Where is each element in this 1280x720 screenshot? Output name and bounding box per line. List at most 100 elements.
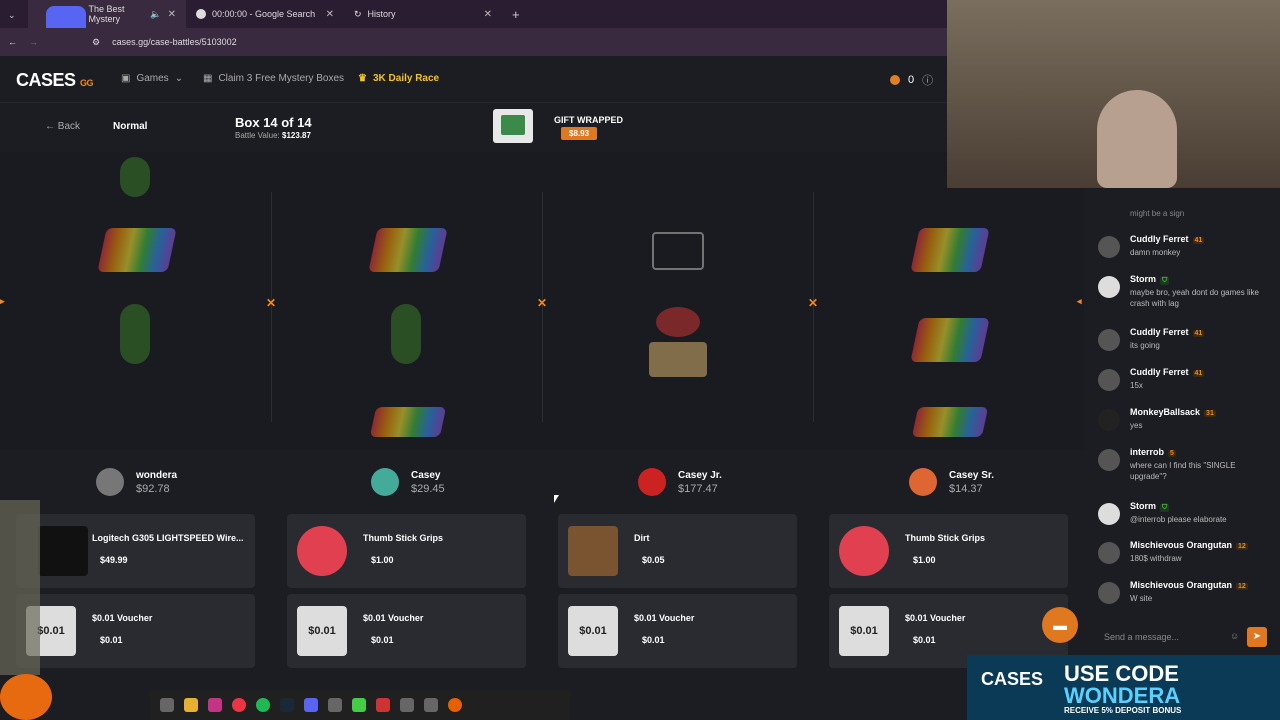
app-icon[interactable]: [376, 698, 390, 712]
player-name: Casey Jr.: [678, 469, 722, 481]
back-button[interactable]: ← Back: [45, 121, 80, 132]
discord-taskbar-icon[interactable]: [304, 698, 318, 712]
spotify-icon[interactable]: [256, 698, 270, 712]
url-field[interactable]: cases.gg/case-battles/5103002: [112, 37, 237, 47]
player-balance: $177.47: [678, 482, 718, 495]
chat-username[interactable]: Storm: [1130, 274, 1156, 284]
app-icon[interactable]: [400, 698, 414, 712]
settings-icon[interactable]: [424, 698, 438, 712]
balance-value: 0: [908, 74, 915, 86]
info-icon[interactable]: ⓘ: [922, 72, 933, 88]
player-card[interactable]: Casey Jr. $177.47: [638, 468, 722, 496]
daily-race-link[interactable]: ♛ 3K Daily Race: [358, 73, 439, 84]
mystery-label: Claim 3 Free Mystery Boxes: [218, 73, 345, 84]
drop-card[interactable]: $0.01 $0.01 Voucher $0.01: [558, 594, 797, 668]
steam-icon[interactable]: [280, 698, 294, 712]
address-bar-row: ← → ⚙ cases.gg/case-battles/5103002: [0, 28, 947, 56]
site-header: CASES GG ▣ Games ⌄ ▦ Claim 3 Free Myster…: [0, 56, 947, 102]
case-name: GIFT WRAPPED: [554, 115, 623, 125]
drop-card[interactable]: Thumb Stick Grips $1.00: [287, 514, 526, 588]
chat-username[interactable]: Storm: [1130, 501, 1156, 511]
mute-icon[interactable]: 🔈: [150, 9, 161, 20]
item-rainbow-fan: [369, 407, 447, 437]
drop-price: $49.99: [100, 555, 128, 565]
drop-card[interactable]: $0.01 $0.01 Voucher $0.01: [287, 594, 526, 668]
drop-name: $0.01 Voucher: [92, 613, 153, 623]
player-card[interactable]: Casey Sr. $14.37: [909, 468, 994, 496]
voucher-image: $0.01: [568, 606, 618, 656]
send-button[interactable]: ➤: [1247, 627, 1267, 647]
player-balance: $29.45: [411, 482, 445, 495]
player-card[interactable]: Casey $29.45: [371, 468, 445, 496]
chat-prev-message: might be a sign: [1130, 209, 1185, 218]
tab-label: 00:00:00 - Google Search: [212, 9, 316, 19]
chat-username[interactable]: Cuddly Ferret: [1130, 234, 1189, 244]
battle-header: ← Back Normal Box 14 of 14 Battle Value:…: [0, 102, 947, 152]
mystery-boxes-link[interactable]: ▦ Claim 3 Free Mystery Boxes: [203, 73, 344, 84]
player-name: Casey Sr.: [949, 469, 995, 481]
chat-text: 180$ withdraw: [1130, 554, 1182, 563]
send-icon: ➤: [1252, 631, 1262, 642]
chrome-icon[interactable]: [232, 698, 246, 712]
drop-card[interactable]: Dirt $0.05: [558, 514, 797, 588]
chat-text: W site: [1130, 594, 1153, 603]
tab-history[interactable]: ↻ History ✕: [344, 0, 502, 28]
new-tab-button[interactable]: +: [502, 7, 520, 22]
games-label: Games: [136, 73, 169, 84]
site-logo[interactable]: CASES GG: [16, 70, 94, 91]
chat-input[interactable]: Send a message...: [1094, 627, 1244, 647]
item-rainbow-fan: [97, 228, 177, 272]
site-info-icon[interactable]: ⚙: [92, 37, 100, 48]
chat-username[interactable]: Mischievous Orangutan: [1130, 540, 1232, 550]
item-rainbow-fan: [368, 228, 448, 272]
chat-username[interactable]: Mischievous Orangutan: [1130, 580, 1232, 590]
player-card[interactable]: wondera $92.78: [96, 468, 177, 496]
drop-card[interactable]: Thumb Stick Grips $1.00: [829, 514, 1068, 588]
box-counter: Box 14 of 14: [235, 115, 312, 130]
item-pickle: [120, 157, 150, 197]
drop-price: $0.01: [913, 635, 936, 645]
folder-icon[interactable]: [184, 698, 198, 712]
avatar: [1098, 409, 1120, 431]
chat-username[interactable]: Cuddly Ferret: [1130, 367, 1189, 377]
avatar: [1098, 542, 1120, 564]
forward-arrow-icon[interactable]: →: [29, 37, 38, 47]
chat-username[interactable]: Cuddly Ferret: [1130, 327, 1189, 337]
tab-google[interactable]: 00:00:00 - Google Search ✕: [186, 0, 344, 28]
thumb-grips-image: [839, 526, 889, 576]
instagram-icon[interactable]: [208, 698, 222, 712]
avatar: [1098, 503, 1120, 525]
close-tab-icon[interactable]: ✕: [326, 9, 334, 20]
games-menu[interactable]: ▣ Games ⌄: [121, 73, 183, 84]
tab-label: History: [367, 9, 396, 19]
battle-value-label: Battle Value:: [235, 131, 280, 140]
balance-display[interactable]: 0 ⓘ: [890, 72, 933, 88]
drop-name: $0.01 Voucher: [905, 613, 966, 623]
firefox-icon[interactable]: [448, 698, 462, 712]
support-chat-button[interactable]: ▬: [1042, 607, 1078, 643]
close-tab-icon[interactable]: ✕: [168, 9, 176, 20]
gamepad-icon: ▣: [121, 73, 131, 84]
app-icon[interactable]: [160, 698, 174, 712]
player-name: wondera: [136, 469, 178, 481]
emoji-icon[interactable]: ☺: [1230, 631, 1239, 641]
avatar: [371, 468, 399, 496]
drop-name: Thumb Stick Grips: [905, 533, 986, 543]
chat-username[interactable]: interrob: [1130, 447, 1164, 457]
app-icon[interactable]: [352, 698, 366, 712]
battle-mode: Normal: [113, 121, 148, 132]
app-icon[interactable]: [328, 698, 342, 712]
drop-card[interactable]: Logitech G305 LIGHTSPEED Wire... $49.99: [16, 514, 255, 588]
players-row: wondera $92.78 Casey $29.45 Casey Jr. $177.…: [0, 450, 1084, 512]
tab-label: The Best Mystery: [88, 4, 125, 24]
chat-text: its going: [1130, 341, 1160, 350]
promo-logo: CASES: [981, 669, 1044, 689]
avatar: [1098, 329, 1120, 351]
webcam-overlay: [947, 0, 1280, 188]
close-tab-icon[interactable]: ✕: [484, 9, 492, 20]
chat-username[interactable]: MonkeyBallsack: [1130, 407, 1200, 417]
back-label: Back: [57, 121, 81, 132]
back-arrow-icon[interactable]: ←: [8, 37, 17, 47]
drop-card[interactable]: $0.01 $0.01 Voucher $0.01: [16, 594, 255, 668]
tab-list-chevron-icon[interactable]: ⌄: [0, 5, 28, 23]
